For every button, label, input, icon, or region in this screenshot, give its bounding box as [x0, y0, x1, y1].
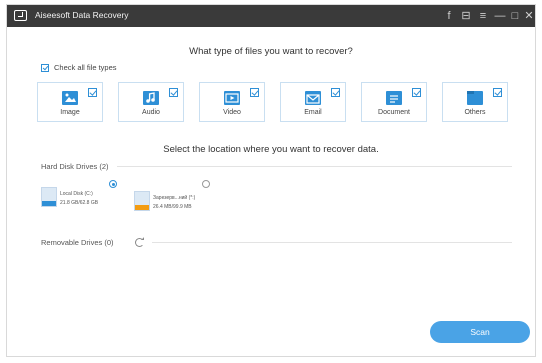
- hard-disk-drives-label: Hard Disk Drives (2): [41, 162, 109, 171]
- check-all-label: Check all file types: [54, 63, 117, 72]
- app-logo-icon: [14, 10, 27, 21]
- image-checkbox[interactable]: [88, 88, 97, 97]
- others-checkbox[interactable]: [493, 88, 502, 97]
- video-icon: [224, 91, 240, 105]
- feedback-icon[interactable]: ⊟: [459, 8, 473, 24]
- drive-local-disk-c[interactable]: Local Disk (C:) 21.8 GB/62.8 GB: [41, 183, 113, 213]
- check-all-checkbox[interactable]: [41, 63, 49, 72]
- file-type-audio[interactable]: Audio: [118, 82, 184, 122]
- divider: [152, 242, 512, 243]
- drive-size: 21.8 GB/62.8 GB: [60, 200, 99, 206]
- image-icon: [62, 91, 78, 105]
- document-icon: [386, 91, 402, 105]
- check-all-file-types[interactable]: Check all file types: [41, 63, 117, 72]
- menu-icon[interactable]: ≡: [476, 8, 490, 24]
- audio-icon: [143, 91, 159, 105]
- drive-usage-bar: [42, 201, 56, 206]
- file-type-label: Image: [60, 109, 80, 116]
- file-type-label: Video: [223, 109, 241, 116]
- file-type-list: Image Audio Video Email Document Others: [37, 82, 509, 124]
- removable-drives-label: Removable Drives (0): [41, 238, 114, 247]
- app-window: Aiseesoft Data Recovery f ⊟ ≡ — □ ✕ What…: [6, 4, 536, 357]
- hard-drive-icon: [134, 191, 150, 211]
- scan-button[interactable]: Scan: [430, 321, 530, 343]
- file-type-document[interactable]: Document: [361, 82, 427, 122]
- divider: [117, 166, 512, 167]
- drive-usage-bar: [135, 205, 149, 210]
- refresh-icon[interactable]: [135, 238, 144, 247]
- drive-name: Зарезерв...ний (*:): [153, 195, 196, 201]
- minimize-icon[interactable]: —: [493, 8, 507, 24]
- audio-checkbox[interactable]: [169, 88, 178, 97]
- hard-drive-icon: [41, 187, 57, 207]
- video-checkbox[interactable]: [250, 88, 259, 97]
- facebook-icon[interactable]: f: [442, 8, 456, 24]
- document-checkbox[interactable]: [412, 88, 421, 97]
- drive-reserved-radio[interactable]: [202, 180, 210, 188]
- drive-name: Local Disk (C:): [60, 191, 93, 197]
- email-icon: [305, 91, 321, 105]
- file-type-label: Document: [378, 109, 410, 116]
- drive-reserved[interactable]: Зарезерв...ний (*:) 26.4 MB/99.9 MB: [134, 187, 206, 217]
- title-bar: Aiseesoft Data Recovery f ⊟ ≡ — □ ✕: [7, 5, 535, 27]
- file-type-image[interactable]: Image: [37, 82, 103, 122]
- file-type-others[interactable]: Others: [442, 82, 508, 122]
- app-title: Aiseesoft Data Recovery: [35, 10, 129, 20]
- file-type-label: Audio: [142, 109, 160, 116]
- close-icon[interactable]: ✕: [522, 8, 536, 24]
- folder-icon: [467, 91, 483, 105]
- file-type-video[interactable]: Video: [199, 82, 265, 122]
- location-question: Select the location where you want to re…: [163, 144, 379, 155]
- email-checkbox[interactable]: [331, 88, 340, 97]
- file-type-question: What type of files you want to recover?: [189, 46, 353, 57]
- file-type-email[interactable]: Email: [280, 82, 346, 122]
- drive-local-disk-c-radio[interactable]: [109, 180, 117, 188]
- file-type-label: Email: [304, 109, 322, 116]
- drive-size: 26.4 MB/99.9 MB: [153, 204, 192, 210]
- restore-icon[interactable]: □: [508, 8, 522, 24]
- file-type-label: Others: [464, 109, 486, 116]
